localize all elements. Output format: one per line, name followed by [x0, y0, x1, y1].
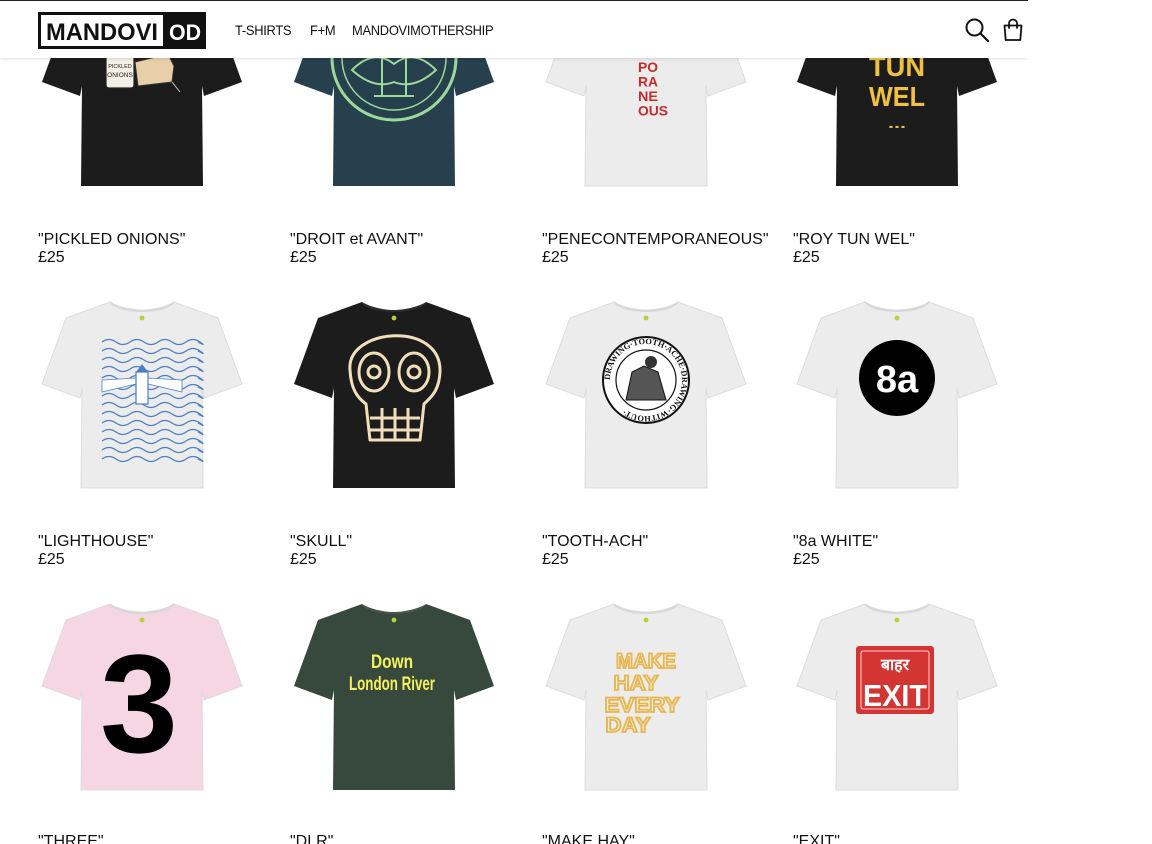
product-meta: "SKULL" £25: [290, 533, 352, 569]
product-title[interactable]: "DROIT et AVANT": [290, 231, 423, 248]
search-icon: [965, 18, 990, 43]
site-header: MANDOVI OD T-SHIRTS F+M MANDOVIMOTHERSHI…: [0, 1, 1028, 58]
product-title[interactable]: "SKULL": [290, 533, 352, 550]
search-button[interactable]: [964, 17, 990, 43]
svg-text:8a: 8a: [876, 359, 919, 401]
exit-sign-graphic: बाहर EXIT: [856, 646, 934, 714]
svg-text:ONIONS: ONIONS: [107, 72, 133, 79]
product-title[interactable]: "LIGHTHOUSE": [38, 533, 153, 550]
product-image[interactable]: MAKE HAY EVERY DAY: [526, 582, 766, 812]
eco-label-dot: [391, 617, 397, 623]
product-price: £25: [290, 249, 317, 266]
svg-text:WEL: WEL: [869, 81, 925, 112]
product-meta: "PENECONTEMPORANEOUS" £25: [542, 231, 769, 267]
tshirt-image: बाहर EXIT: [796, 603, 998, 791]
nav-mandovimothership[interactable]: MANDOVIMOTHERSHIP: [352, 22, 494, 38]
product-image[interactable]: 3: [22, 582, 262, 812]
svg-text:London River: London River: [349, 674, 435, 695]
cart-button[interactable]: [1000, 17, 1026, 43]
svg-text:PO: PO: [638, 59, 658, 75]
product-meta: "TOOTH-ACH" £25: [542, 533, 648, 569]
svg-text:PICKLED: PICKLED: [108, 64, 132, 70]
tshirt-image: 3: [41, 603, 243, 791]
product-image[interactable]: Down London River: [274, 582, 514, 812]
product-title[interactable]: "PENECONTEMPORANEOUS": [542, 231, 769, 248]
product-meta: "EXIT"£25: [793, 833, 840, 844]
eco-label-dot: [139, 617, 145, 623]
svg-text:HAY: HAY: [614, 672, 659, 695]
tshirt-image: DownLondon River: [294, 603, 494, 790]
product-image[interactable]: DRAWING·TOOTH·ACHE·DRAWING·WITHOUT·: [526, 280, 766, 510]
eco-label-dot: [643, 617, 649, 623]
svg-text:3: 3: [100, 625, 178, 782]
product-title[interactable]: "TOOTH-ACH": [542, 533, 648, 550]
tshirt-image: DRAWING·TOOTH·ACHE·DRAWING·WITHOUT·: [545, 301, 747, 489]
product-price: £25: [793, 551, 820, 568]
main-nav: T-SHIRTS F+M MANDOVIMOTHERSHIP: [235, 1, 505, 58]
product-price: £25: [793, 249, 820, 266]
product-meta: "PICKLED ONIONS" £25: [38, 231, 185, 267]
product-price: £25: [542, 551, 569, 568]
product-meta: "DLR"£25: [290, 833, 333, 844]
page: PICKLED ONIONS "PICKLED ONIONS" £25 "DROIT e…: [0, 0, 1028, 844]
product-title[interactable]: "PICKLED ONIONS": [38, 231, 185, 248]
eco-label-dot: [391, 315, 397, 321]
number-three-graphic: 3: [100, 625, 178, 782]
product-image[interactable]: 8a: [777, 280, 1017, 510]
tshirt-image: [294, 301, 494, 488]
nav-tshirts[interactable]: T-SHIRTS: [235, 22, 292, 38]
tshirt-image: [41, 301, 243, 489]
tshirt-shape: [294, 604, 494, 790]
product-price: £25: [38, 249, 65, 266]
product-meta: "ROY TUN WEL" £25: [793, 231, 915, 267]
product-meta: "THREE"£25: [38, 833, 104, 844]
svg-text:EXIT: EXIT: [863, 678, 927, 713]
product-meta: "DROIT et AVANT" £25: [290, 231, 423, 267]
product-image[interactable]: [274, 280, 514, 510]
product-meta: "8a WHITE" £25: [793, 533, 878, 569]
svg-text:...: ...: [888, 115, 906, 131]
product-title[interactable]: "THREE": [38, 833, 104, 844]
eco-label-dot: [894, 315, 900, 321]
top-border: [0, 0, 1028, 1]
logo-wordmark: MANDOVI: [46, 19, 158, 46]
svg-text:NE: NE: [638, 88, 658, 104]
eco-label-dot: [894, 617, 900, 623]
logo-od: OD: [169, 20, 201, 45]
eco-label-dot: [139, 315, 145, 321]
product-image[interactable]: बाहर EXIT: [777, 582, 1017, 812]
eight-a-graphic: 8a: [859, 340, 935, 416]
nav-f-m[interactable]: F+M: [310, 22, 336, 38]
product-title[interactable]: "8a WHITE": [793, 533, 878, 550]
product-image[interactable]: [22, 280, 262, 510]
tshirt-image: MAKEHAYEVERYDAY: [545, 603, 747, 791]
product-title[interactable]: "MAKE HAY": [542, 833, 635, 844]
eco-label-dot: [643, 315, 649, 321]
tooth-ach-badge-graphic: DRAWING·TOOTH·ACHE·DRAWING·WITHOUT·: [602, 336, 690, 424]
svg-text:Down: Down: [371, 652, 413, 673]
svg-text:MAKE: MAKE: [616, 650, 676, 673]
product-title[interactable]: "EXIT": [793, 833, 840, 844]
tshirt-image: 8a: [796, 301, 998, 489]
svg-text:RA: RA: [638, 73, 658, 89]
product-price: £25: [290, 551, 317, 568]
product-price: £25: [542, 249, 569, 266]
tshirt-shape: [294, 302, 494, 488]
mandovi-od-logo[interactable]: MANDOVI OD: [38, 12, 206, 49]
product-title[interactable]: "ROY TUN WEL": [793, 231, 915, 248]
svg-text:DAY: DAY: [606, 714, 651, 737]
svg-text:OUS: OUS: [638, 103, 668, 119]
product-meta: "MAKE HAY"£25: [542, 833, 635, 844]
svg-text:बाहर: बाहर: [880, 655, 911, 674]
shopping-bag-icon: [1003, 18, 1023, 41]
product-price: £25: [38, 551, 65, 568]
product-meta: "LIGHTHOUSE" £25: [38, 533, 153, 569]
product-title[interactable]: "DLR": [290, 833, 333, 844]
